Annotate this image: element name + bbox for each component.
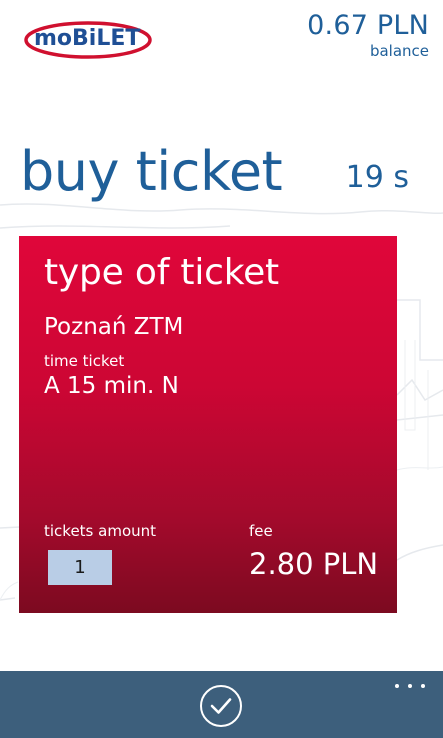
balance-amount: 0.67 PLN xyxy=(307,10,429,41)
mobilet-logo: moBiLET xyxy=(22,18,162,60)
page-title: buy ticket xyxy=(20,140,283,203)
balance-label: balance xyxy=(369,42,429,60)
ellipsis-icon-dot xyxy=(395,684,399,688)
carrier-name: Poznań ZTM xyxy=(44,314,184,340)
ellipsis-icon-dot xyxy=(421,684,425,688)
ticket-card-title: type of ticket xyxy=(44,252,279,293)
ticket-card[interactable]: type of ticket Poznań ZTM time ticket A … xyxy=(19,236,397,613)
svg-text:moBiLET: moBiLET xyxy=(34,26,140,51)
confirm-button[interactable] xyxy=(200,685,242,727)
countdown-timer: 19 s xyxy=(345,160,409,195)
fee-value: 2.80 PLN xyxy=(249,547,379,581)
more-options-button[interactable] xyxy=(395,679,425,693)
ticket-kind-label: time ticket xyxy=(44,352,125,370)
tickets-amount-input[interactable]: 1 xyxy=(48,550,112,585)
ellipsis-icon-dot xyxy=(408,684,412,688)
mobilet-logo-mark: moBiLET xyxy=(24,21,152,59)
ticket-name: A 15 min. N xyxy=(44,373,179,399)
app-bar xyxy=(0,671,443,738)
checkmark-icon xyxy=(210,698,232,714)
tickets-amount-label: tickets amount xyxy=(44,522,157,540)
fee-label: fee xyxy=(249,522,273,540)
